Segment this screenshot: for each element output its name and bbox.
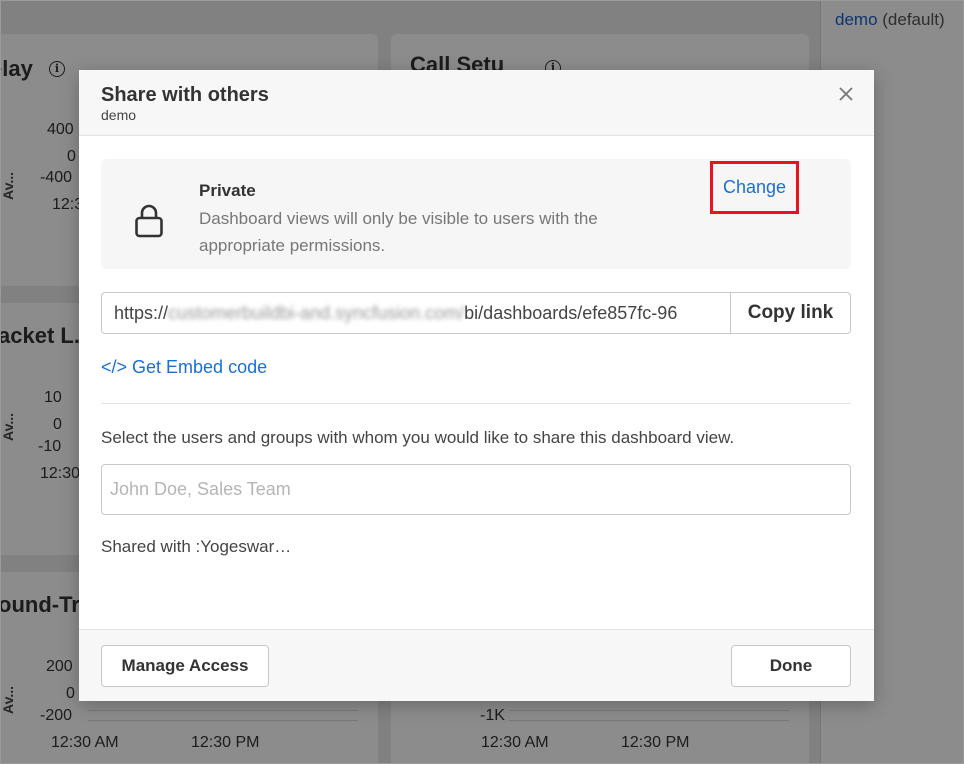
share-link-group: https://customerbuildbi-and.syncfusion.c…: [101, 292, 851, 334]
url-suffix: bi/dashboards/efe857fc-96: [464, 303, 678, 323]
share-dialog: Share with others demo Private Dashboard…: [79, 70, 874, 701]
access-description: Dashboard views will only be visible to …: [199, 209, 598, 255]
done-button[interactable]: Done: [731, 645, 851, 687]
url-obscured-domain: customerbuildbi-and.syncfusion.com/: [168, 303, 465, 323]
change-access-link[interactable]: Change: [710, 161, 799, 214]
access-panel: Private Dashboard views will only be vis…: [101, 159, 851, 269]
shared-with-label: Shared with :Yogeswar…: [101, 537, 292, 556]
divider: [101, 403, 851, 404]
dialog-header: Share with others demo: [79, 70, 874, 136]
lock-icon: [135, 204, 163, 238]
share-url-field[interactable]: https://customerbuildbi-and.syncfusion.c…: [102, 293, 730, 333]
share-users-input[interactable]: [101, 464, 851, 515]
access-level-title: Private: [199, 181, 256, 200]
dialog-subtitle: demo: [101, 107, 137, 123]
copy-link-button[interactable]: Copy link: [730, 293, 850, 333]
manage-access-button[interactable]: Manage Access: [101, 645, 269, 687]
url-prefix: https://: [114, 303, 169, 323]
dialog-footer: Manage Access Done: [79, 629, 874, 701]
share-instructions: Select the users and groups with whom yo…: [101, 428, 735, 447]
close-icon: [839, 87, 853, 101]
close-button[interactable]: [836, 84, 856, 104]
dialog-title: Share with others: [101, 84, 269, 106]
get-embed-code-link[interactable]: </> Get Embed code: [101, 357, 267, 378]
